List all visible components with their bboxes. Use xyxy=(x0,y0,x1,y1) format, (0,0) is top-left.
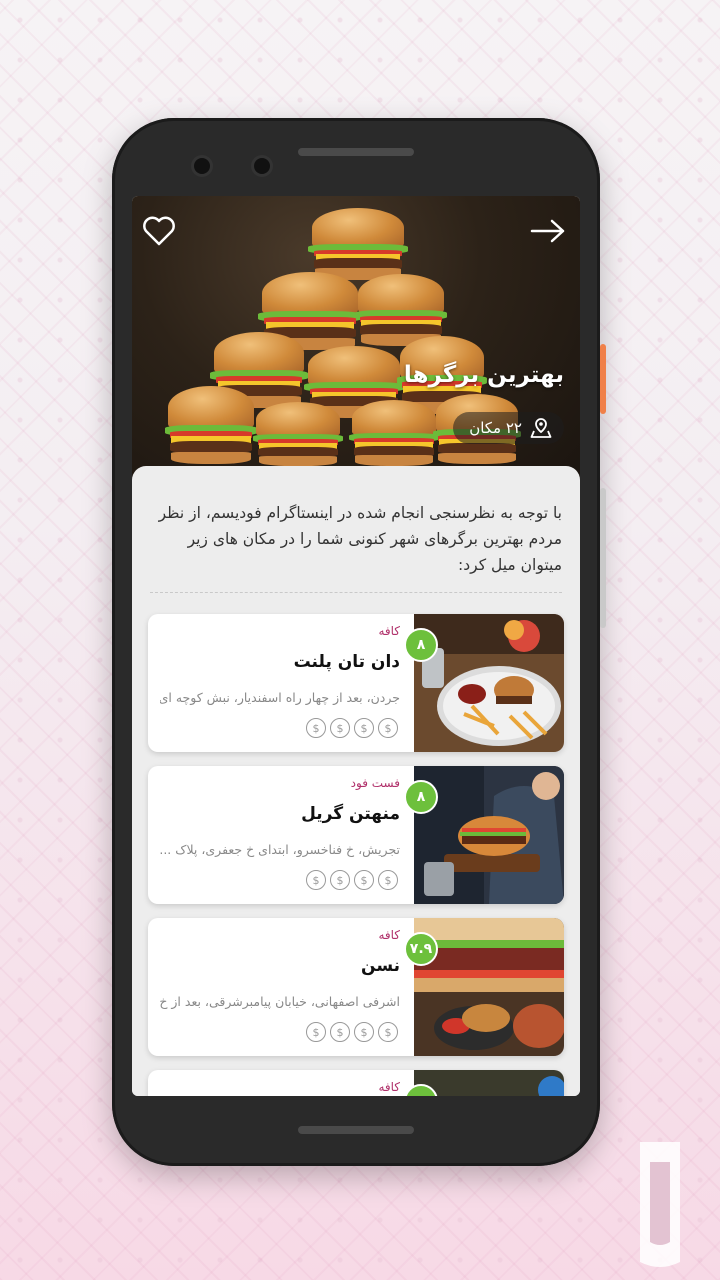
burger-image xyxy=(308,208,408,280)
dollar-coin-icon: $ xyxy=(330,718,350,738)
dollar-coin-icon: $ xyxy=(378,870,398,890)
place-card[interactable]: ۸ فست فود منهتن گریل تجریش، خ فناخسرو، ا… xyxy=(148,766,564,904)
page-title: بهترین برگرها xyxy=(403,362,564,388)
burger-image xyxy=(164,386,258,464)
place-address: جردن، بعد از چهار راه اسفندیار، نبش کوچه… xyxy=(160,690,400,705)
place-photo xyxy=(414,918,564,1056)
burger-image xyxy=(348,400,440,466)
category-label: فست فود xyxy=(350,776,400,790)
dollar-coin-icon: $ xyxy=(306,1022,326,1042)
dollar-coin-icon: $ xyxy=(354,870,374,890)
place-name: نسن xyxy=(361,956,400,976)
category-label: کافه xyxy=(378,624,400,638)
score-badge: ۸ xyxy=(404,780,438,814)
dollar-coin-icon: $ xyxy=(354,718,374,738)
score-badge: ۸ xyxy=(404,628,438,662)
price-level: $ $ $ $ xyxy=(306,870,398,890)
dollar-coin-icon: $ xyxy=(378,1022,398,1042)
dollar-coin-icon: $ xyxy=(354,1022,374,1042)
hero-image: بهترین برگرها ۲۲ مکان xyxy=(132,196,580,496)
burger-image xyxy=(252,402,344,466)
dollar-coin-icon: $ xyxy=(306,718,326,738)
place-card[interactable]: ۸ کافه دان تان پلنت جردن، بعد از چهار را… xyxy=(148,614,564,752)
places-count: ۲۲ مکان xyxy=(469,419,522,437)
price-level: $ $ $ $ xyxy=(306,718,398,738)
dollar-coin-icon: $ xyxy=(378,718,398,738)
place-name: منهتن گریل xyxy=(301,804,400,824)
volume-button xyxy=(600,488,606,628)
place-address: تجریش، خ فناخسرو، ابتدای خ جعفری، پلاک .… xyxy=(160,842,400,857)
place-photo xyxy=(414,1070,564,1096)
dollar-coin-icon: $ xyxy=(306,870,326,890)
heart-icon[interactable] xyxy=(142,216,176,246)
location-pin-icon xyxy=(530,418,552,438)
dollar-coin-icon: $ xyxy=(330,870,350,890)
divider xyxy=(150,592,562,593)
sensor-icon xyxy=(254,158,270,174)
store-logo-icon xyxy=(640,1142,680,1267)
place-card[interactable]: کافه xyxy=(148,1070,564,1096)
place-photo xyxy=(414,614,564,752)
place-card[interactable]: ۷.۹ کافه نسن اشرفی اصفهانی، خیابان پیامب… xyxy=(148,918,564,1056)
content-sheet: با توجه به نظرسنجی انجام شده در اینستاگر… xyxy=(132,466,580,1096)
arrow-right-icon[interactable] xyxy=(530,218,566,244)
earpiece-speaker xyxy=(298,148,414,156)
intro-text: با توجه به نظرسنجی انجام شده در اینستاگر… xyxy=(158,504,562,574)
place-name: دان تان پلنت xyxy=(293,652,400,672)
bottom-speaker xyxy=(298,1126,414,1134)
power-button xyxy=(600,344,606,414)
category-label: کافه xyxy=(378,1080,400,1094)
app-screen: بهترین برگرها ۲۲ مکان با توجه به نظرسنجی… xyxy=(132,196,580,1096)
score-badge: ۷.۹ xyxy=(404,932,438,966)
place-photo xyxy=(414,766,564,904)
phone-frame: بهترین برگرها ۲۲ مکان با توجه به نظرسنجی… xyxy=(112,118,606,1166)
category-label: کافه xyxy=(378,928,400,942)
price-level: $ $ $ $ xyxy=(306,1022,398,1042)
dollar-coin-icon: $ xyxy=(330,1022,350,1042)
camera-icon xyxy=(194,158,210,174)
places-count-badge: ۲۲ مکان xyxy=(453,412,564,444)
place-address: اشرفی اصفهانی، خیابان پیامبرشرقی، بعد از… xyxy=(160,994,400,1009)
